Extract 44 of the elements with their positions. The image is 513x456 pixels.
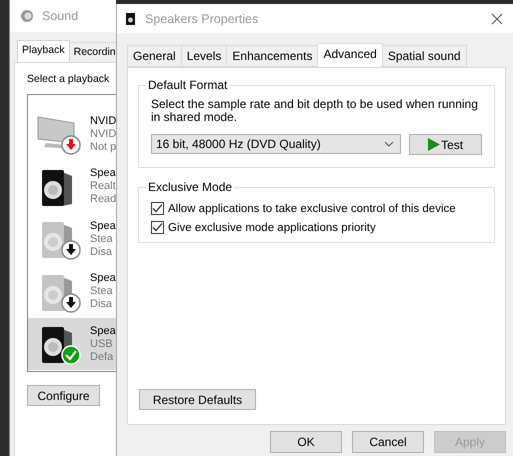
restore-defaults-button[interactable]: Restore Defaults	[139, 389, 256, 410]
dialog-button[interactable]: OK	[270, 431, 342, 453]
tab[interactable]: Playback	[17, 40, 70, 62]
device-text: NVID	[90, 128, 116, 140]
format-dropdown[interactable]: 16 bit, 48000 Hz (DVD Quality)	[151, 134, 402, 154]
device-text: NVID	[90, 114, 116, 128]
device-item[interactable]: NVID NVID Not p	[28, 108, 116, 160]
test-button[interactable]: Test	[409, 134, 482, 155]
chevron-down-icon	[384, 141, 394, 147]
device-text: Defa	[90, 350, 114, 364]
window-title: Sound	[42, 9, 78, 23]
device-text: Spea	[90, 272, 116, 285]
checkbox[interactable]	[151, 221, 164, 234]
group-title: Default Format	[146, 78, 230, 92]
window-title: Speakers Properties	[145, 12, 258, 26]
device-text: Realt	[90, 180, 116, 193]
tab[interactable]: Recordin	[70, 42, 116, 62]
device-item[interactable]: Spea USB Defa	[28, 318, 116, 370]
tab[interactable]: Levels	[182, 45, 228, 67]
device-text: Spea	[90, 220, 116, 232]
checkbox[interactable]	[151, 202, 164, 215]
description-text: Select the sample rate and bit depth to be used when running in shared mode.	[151, 98, 479, 124]
device-item[interactable]: Spea Realt Read	[28, 160, 116, 212]
device-text: Disa	[90, 298, 114, 311]
device-text: Spea	[90, 324, 116, 338]
device-text: Spea	[90, 167, 116, 180]
group-title: Exclusive Mode	[146, 180, 234, 194]
checkbox-option[interactable]: Allow applications to take exclusive control of this device	[151, 202, 482, 215]
tab[interactable]: Enhancements	[227, 45, 318, 67]
dialog-button[interactable]: Cancel	[352, 431, 424, 453]
tab[interactable]: General	[127, 45, 182, 67]
play-icon	[428, 138, 440, 151]
configure-button[interactable]: Configure	[27, 385, 100, 406]
device-text: Not p	[90, 140, 116, 154]
device-text: USB	[90, 338, 114, 350]
checkbox-option[interactable]: Give exclusive mode applications priority	[151, 221, 482, 234]
tab[interactable]: Spatial sound	[382, 45, 467, 67]
device-text: Disa	[90, 246, 114, 258]
close-icon[interactable]	[491, 12, 503, 24]
device-text: Stea	[90, 232, 114, 246]
instruction-text: Select a playback	[27, 73, 110, 85]
device-text: Stea	[90, 285, 114, 298]
tab[interactable]: Advanced	[318, 43, 383, 68]
device-text: Read	[90, 193, 116, 206]
